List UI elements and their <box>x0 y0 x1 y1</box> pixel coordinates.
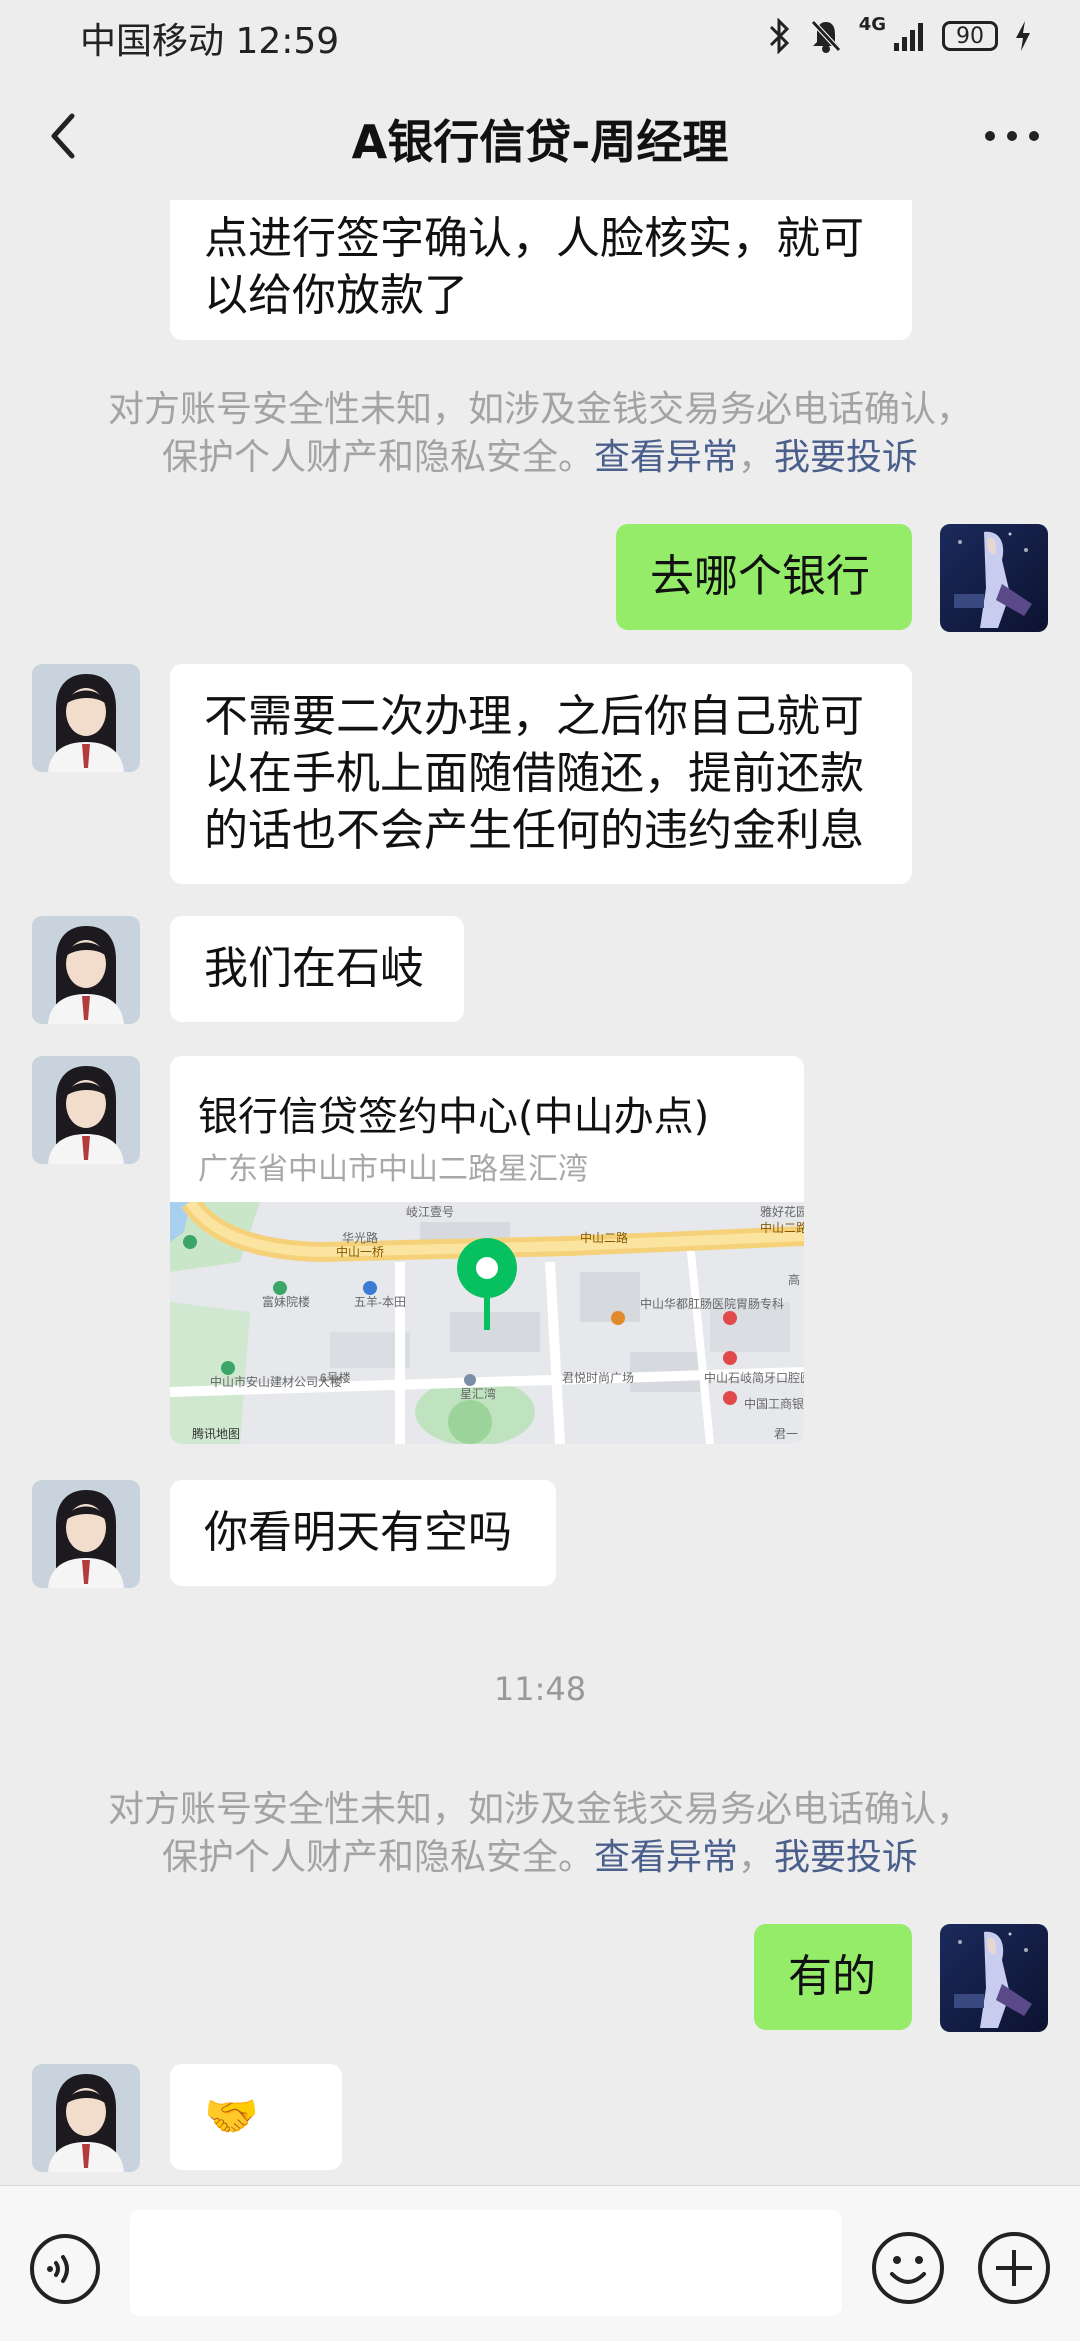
location-title: 银行信贷签约中心(中山办点) <box>198 1094 710 1140</box>
chat-header: A银行信贷-周经理 <box>0 72 1080 200</box>
view-anomaly-link[interactable]: 查看异常 <box>594 1837 738 1878</box>
contact-avatar[interactable] <box>32 1480 140 1588</box>
notice-separator: ， <box>738 1837 775 1878</box>
message-bubble-incoming[interactable]: 点进行签字确认，人脸核实，就可 以给你放款了 <box>170 200 912 340</box>
battery-indicator: 90 <box>942 21 998 51</box>
notice-separator: ， <box>738 437 775 478</box>
message-bubble-incoming[interactable]: 你看明天有空吗 <box>170 1480 556 1586</box>
contact-avatar-image <box>32 916 140 1024</box>
message-line: 的话也不会产生任何的违约金利息 <box>204 805 864 856</box>
message-line: 点进行签字确认，人脸核实，就可 <box>204 213 864 264</box>
my-avatar[interactable] <box>940 1924 1048 2032</box>
timestamp: 11:48 <box>493 1670 587 1708</box>
map-label: 中山二路 <box>580 1230 628 1245</box>
map-label: 岐江壹号 <box>406 1205 454 1219</box>
message-text: 我们在石岐 <box>204 943 424 994</box>
map-label: 高 <box>788 1272 800 1287</box>
location-map[interactable]: 岐江壹号 雅好花园 华光路 中山二路 中山一桥 中山二路 富妹院楼 五羊-本田 … <box>170 1202 804 1444</box>
map-label: 中山二路 <box>760 1220 804 1235</box>
status-left: 中国移动 12:59 <box>80 12 339 64</box>
my-avatar-image <box>940 524 1048 632</box>
map-label: 腾讯地图 <box>192 1426 240 1441</box>
contact-avatar-image <box>32 664 140 772</box>
carrier-label: 中国移动 <box>80 21 225 62</box>
message-input[interactable] <box>130 2210 842 2316</box>
contact-avatar[interactable] <box>32 916 140 1024</box>
contact-avatar-image <box>32 1480 140 1588</box>
view-anomaly-link[interactable]: 查看异常 <box>594 437 738 478</box>
notice-line-2: 保护个人财产和隐私安全。查看异常，我要投诉 <box>60 1834 1020 1882</box>
bluetooth-icon <box>769 18 789 54</box>
location-card[interactable]: 银行信贷签约中心(中山办点) 广东省中山市中山二路星汇湾 岐江壹号 雅好花园 华… <box>170 1056 804 1444</box>
message-text: 去哪个银行 <box>650 551 870 602</box>
contact-avatar[interactable] <box>32 2064 140 2172</box>
message-text: 你看明天有空吗 <box>204 1507 512 1558</box>
status-bar: 中国移动 12:59 4G 90 <box>0 0 1080 72</box>
notice-text: 对方账号安全性未知，如涉及金钱交易务必电话确认， <box>107 389 972 430</box>
message-line: 不需要二次办理，之后你自己就可 <box>204 691 864 742</box>
map-label: 君悦时尚广场 <box>562 1371 634 1385</box>
signal-icon <box>894 23 923 51</box>
emoji-icon[interactable] <box>870 2230 946 2306</box>
status-time: 12:59 <box>235 21 340 62</box>
notice-line-2: 保护个人财产和隐私安全。查看异常，我要投诉 <box>60 434 1020 482</box>
contact-avatar-image <box>32 2064 140 2172</box>
battery-level: 90 <box>956 23 984 49</box>
contact-avatar[interactable] <box>32 664 140 772</box>
map-label: 中山一桥 <box>336 1244 384 1259</box>
map-label: 中山华都肛肠医院胃肠专科 <box>640 1296 784 1311</box>
message-line: 以在手机上面随借随还，提前还款 <box>204 748 864 799</box>
charging-icon <box>1016 21 1030 51</box>
map-label: 6号楼 <box>320 1370 351 1385</box>
map-label: 星汇湾 <box>460 1386 496 1401</box>
input-toolbar <box>0 2185 1080 2341</box>
message-emoji: 🤝🤝 <box>204 2091 259 2142</box>
map-label: 中国工商银 <box>744 1396 804 1411</box>
map-label: 中山石岐简牙口腔医院 <box>704 1370 804 1385</box>
message-bubble-incoming[interactable]: 不需要二次办理，之后你自己就可 以在手机上面随借随还，提前还款 的话也不会产生任… <box>170 664 912 884</box>
more-icon[interactable] <box>976 106 1048 166</box>
notice-text-2: 保护个人财产和隐私安全。 <box>161 1837 594 1878</box>
map-label: 富妹院楼 <box>262 1294 310 1309</box>
message-bubble-outgoing[interactable]: 去哪个银行 <box>616 524 912 630</box>
mute-icon <box>810 20 841 53</box>
contact-avatar[interactable] <box>32 1056 140 1164</box>
status-right: 4G 90 <box>767 14 1032 58</box>
map-label: 雅好花园 <box>760 1204 804 1219</box>
message-bubble-incoming[interactable]: 🤝🤝 <box>170 2064 342 2170</box>
chat-title: A银行信贷-周经理 <box>351 115 729 169</box>
map-label: 君一 <box>774 1427 798 1441</box>
message-bubble-outgoing[interactable]: 有的 <box>754 1924 912 2030</box>
message-line: 以给你放款了 <box>204 270 468 321</box>
message-list[interactable]: 点进行签字确认，人脸核实，就可 以给你放款了 对方账号安全性未知，如涉及金钱交易… <box>0 200 1080 2185</box>
map-label: 五羊-本田 <box>354 1294 406 1309</box>
my-avatar[interactable] <box>940 524 1048 632</box>
map-label: 华光路 <box>342 1230 378 1245</box>
message-text: 有的 <box>788 1951 876 2002</box>
security-notice: 对方账号安全性未知，如涉及金钱交易务必电话确认， 保护个人财产和隐私安全。查看异… <box>60 1786 1020 1882</box>
contact-avatar-image <box>32 1056 140 1164</box>
network-label: 4G <box>858 14 886 35</box>
message-bubble-incoming[interactable]: 我们在石岐 <box>170 916 464 1022</box>
plus-icon[interactable] <box>976 2230 1052 2306</box>
security-notice: 对方账号安全性未知，如涉及金钱交易务必电话确认， 保护个人财产和隐私安全。查看异… <box>60 386 1020 482</box>
location-address: 广东省中山市中山二路星汇湾 <box>198 1152 588 1187</box>
notice-text-2: 保护个人财产和隐私安全。 <box>161 437 594 478</box>
report-link[interactable]: 我要投诉 <box>774 1837 918 1878</box>
report-link[interactable]: 我要投诉 <box>774 437 918 478</box>
my-avatar-image <box>940 1924 1048 2032</box>
notice-text: 对方账号安全性未知，如涉及金钱交易务必电话确认， <box>107 1789 972 1830</box>
voice-icon[interactable] <box>28 2232 102 2306</box>
